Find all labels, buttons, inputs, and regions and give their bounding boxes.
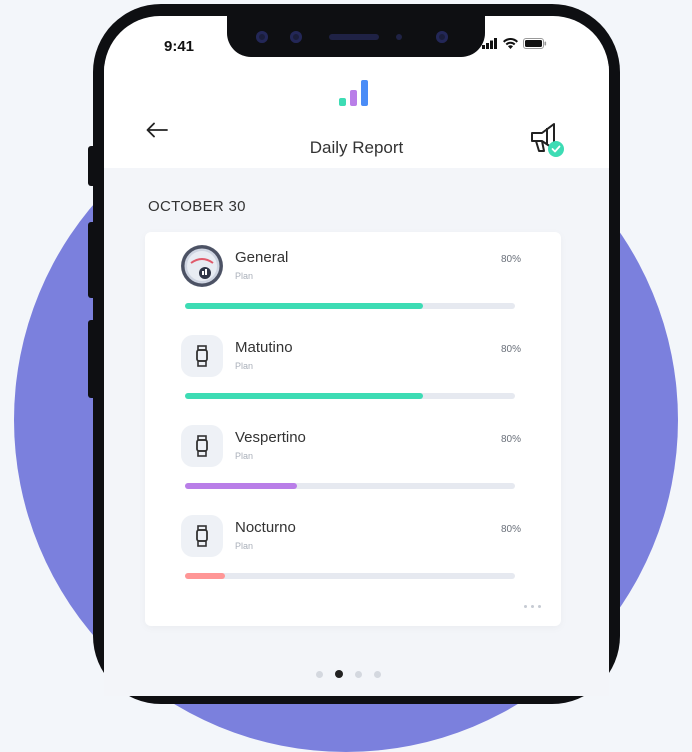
progress-fill — [185, 393, 423, 399]
item-sub: Plan — [235, 271, 254, 281]
item-sub: Plan — [235, 451, 254, 461]
pager-dot[interactable] — [316, 670, 323, 678]
pager-dot[interactable] — [355, 670, 362, 678]
pager-dot[interactable] — [374, 670, 381, 678]
app-logo-icon — [339, 80, 368, 106]
item-percent: 80% — [500, 524, 521, 535]
item-percent: 80% — [500, 434, 521, 445]
more-icon[interactable] — [524, 605, 541, 608]
progress-track — [185, 573, 515, 579]
report-card: General Plan 80% Matutino Plan 80% Vespe… — [145, 232, 561, 626]
app-header: Daily Report — [104, 64, 609, 168]
battery-icon — [523, 38, 547, 49]
progress-fill — [185, 573, 225, 579]
notch — [227, 16, 485, 57]
status-icons — [482, 38, 547, 49]
progress-fill — [185, 303, 423, 309]
avatar — [181, 245, 223, 287]
proximity-sensor — [396, 34, 402, 40]
status-time: 9:41 — [164, 38, 195, 55]
list-item-vespertino[interactable]: Vespertino Plan 80% — [181, 425, 521, 505]
progress-track — [185, 483, 515, 489]
item-name: Nocturno — [235, 519, 296, 536]
list-item-general[interactable]: General Plan 80% — [181, 245, 521, 325]
speaker-grille — [329, 34, 379, 40]
volume-down-button — [88, 320, 96, 398]
volume-up-button — [88, 222, 96, 298]
megaphone-check-icon[interactable] — [528, 118, 572, 162]
silent-switch — [88, 146, 96, 186]
sensor-icon — [290, 31, 302, 43]
wifi-icon — [503, 38, 518, 49]
date-heading: OCTOBER 30 — [148, 198, 246, 215]
camera-icon — [256, 31, 268, 43]
item-sub: Plan — [235, 541, 254, 551]
watch-icon — [181, 425, 223, 467]
item-percent: 80% — [500, 254, 521, 265]
progress-track — [185, 303, 515, 309]
phone-screen: 9:41 Daily Report OCTOBER 30 General Pla… — [104, 16, 609, 696]
front-camera-icon — [436, 31, 448, 43]
item-name: Vespertino — [235, 429, 306, 446]
pager-dot[interactable] — [335, 670, 343, 678]
item-percent: 80% — [500, 344, 521, 355]
item-name: Matutino — [235, 339, 293, 356]
power-button — [612, 192, 620, 292]
list-item-nocturno[interactable]: Nocturno Plan 80% — [181, 515, 521, 595]
item-sub: Plan — [235, 361, 254, 371]
item-name: General — [235, 249, 289, 266]
watch-icon — [181, 335, 223, 377]
watch-icon — [181, 515, 223, 557]
page-indicator[interactable] — [316, 670, 381, 678]
list-item-matutino[interactable]: Matutino Plan 80% — [181, 335, 521, 415]
signal-icon — [482, 38, 497, 49]
progress-track — [185, 393, 515, 399]
report-content: OCTOBER 30 General Plan 80% Matutino Pla… — [104, 168, 609, 696]
progress-fill — [185, 483, 298, 489]
